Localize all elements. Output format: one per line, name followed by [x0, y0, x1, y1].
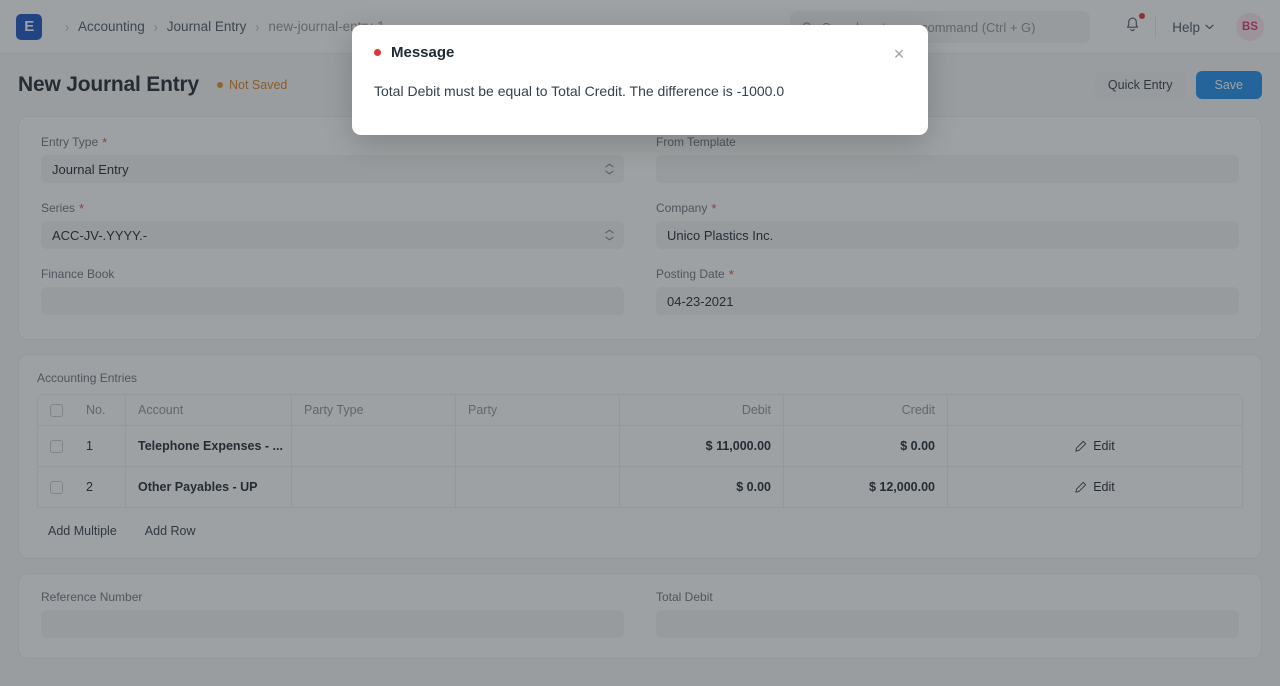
modal-title: Message: [391, 44, 454, 61]
close-icon[interactable]: ×: [888, 43, 910, 65]
alert-dot-icon: [374, 49, 381, 56]
message-modal: Message × Total Debit must be equal to T…: [352, 25, 928, 135]
modal-header: Message ×: [352, 25, 928, 61]
modal-message: Total Debit must be equal to Total Credi…: [352, 61, 928, 135]
